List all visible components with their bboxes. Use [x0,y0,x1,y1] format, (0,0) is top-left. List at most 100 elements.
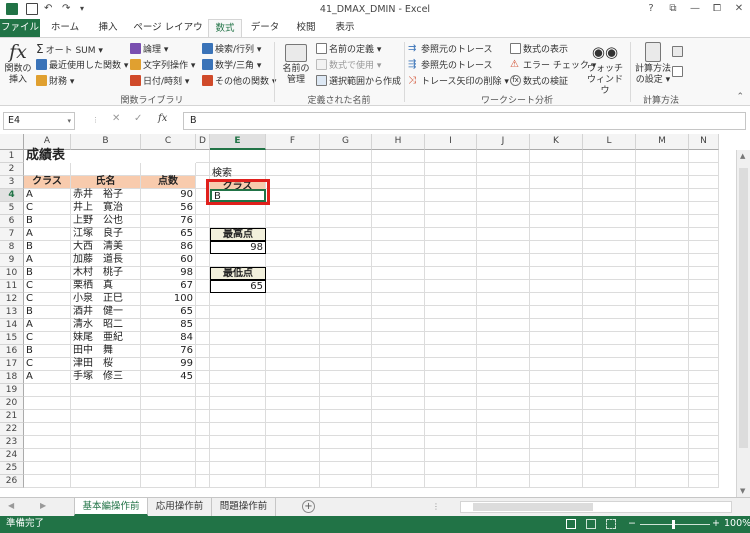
cell[interactable] [477,267,530,280]
formula-input[interactable]: B [183,112,746,130]
cell[interactable] [372,332,425,345]
cell[interactable] [210,202,266,215]
record-class[interactable]: B [24,215,71,228]
cell[interactable] [320,189,372,202]
trace-precedents-button[interactable]: ⇉ 参照元のトレース [408,42,493,55]
cell[interactable] [372,163,425,176]
cell[interactable] [583,228,636,241]
name-manager-button[interactable]: 名前の 管理 [280,42,312,90]
column-header[interactable]: G [320,134,372,150]
cell[interactable] [372,358,425,371]
cell[interactable] [372,215,425,228]
cell[interactable] [530,280,583,293]
record-class[interactable]: C [24,293,71,306]
cell[interactable] [636,475,689,488]
column-header[interactable]: B [71,134,141,150]
create-from-selection-button[interactable]: 選択範囲から作成 [316,74,401,87]
row-header[interactable]: 11 [0,280,24,293]
cell[interactable] [372,280,425,293]
cell[interactable] [320,280,372,293]
record-score[interactable]: 65 [141,306,196,319]
cell[interactable] [372,397,425,410]
record-class[interactable]: C [24,332,71,345]
cell[interactable] [266,462,320,475]
cell[interactable] [196,267,210,280]
cell[interactable] [636,423,689,436]
cancel-icon[interactable]: ✕ [112,113,120,124]
cell[interactable] [530,293,583,306]
column-header[interactable]: M [636,134,689,150]
cell[interactable] [372,189,425,202]
chevron-down-icon[interactable]: ▾ [67,113,71,129]
cell[interactable] [530,436,583,449]
cell[interactable] [196,306,210,319]
column-header[interactable]: C [141,134,196,150]
ribbon-display-button[interactable]: ⧉ [662,0,684,19]
column-header[interactable]: I [425,134,477,150]
cell[interactable] [210,423,266,436]
cell[interactable] [636,306,689,319]
tab-file[interactable]: ファイル [0,19,40,38]
cell[interactable] [425,189,477,202]
normal-view-icon[interactable] [566,519,576,529]
cell[interactable] [266,410,320,423]
cell[interactable] [372,371,425,384]
cell[interactable] [320,462,372,475]
cell[interactable] [583,202,636,215]
cell[interactable] [196,163,210,176]
name-box[interactable]: E4 ▾ [3,112,75,130]
cell[interactable] [372,241,425,254]
max-label[interactable]: 最高点 [210,228,266,241]
cell[interactable] [477,202,530,215]
cell[interactable] [583,163,636,176]
cell[interactable] [689,254,719,267]
cell[interactable] [71,410,141,423]
cell[interactable] [141,462,196,475]
record-score[interactable]: 56 [141,202,196,215]
vertical-scrollbar[interactable]: ▲ ▼ [736,150,750,497]
record-name[interactable]: 上野 公也 [71,215,141,228]
cell[interactable] [636,397,689,410]
cell[interactable] [477,241,530,254]
enter-icon[interactable]: ✓ [134,113,142,124]
cell[interactable] [266,163,320,176]
cell[interactable] [210,293,266,306]
zoom-slider[interactable] [640,520,710,529]
row-header[interactable]: 3 [0,176,24,189]
record-name[interactable]: 栗栖 真 [71,280,141,293]
select-all-corner[interactable] [0,134,24,150]
cell[interactable] [320,254,372,267]
cell[interactable] [530,228,583,241]
record-name[interactable]: 井上 寛治 [71,202,141,215]
cell[interactable] [477,332,530,345]
cell[interactable] [266,332,320,345]
record-name[interactable]: 田中 舞 [71,345,141,358]
trace-dependents-button[interactable]: ⇶ 参照先のトレース [408,58,493,71]
cell[interactable] [196,397,210,410]
row-header[interactable]: 12 [0,293,24,306]
cell[interactable] [689,384,719,397]
cell[interactable] [689,319,719,332]
cell[interactable] [530,449,583,462]
cell[interactable] [266,397,320,410]
record-name[interactable]: 津田 桜 [71,358,141,371]
cell[interactable] [196,462,210,475]
calc-options-button[interactable]: 計算方法 の設定 ▾ [634,42,672,90]
tab-formulas[interactable]: 数式 [208,19,242,38]
cell[interactable] [210,462,266,475]
insert-function-icon[interactable]: fx [158,113,167,124]
cell[interactable] [477,254,530,267]
record-score[interactable]: 65 [141,228,196,241]
cell[interactable] [196,176,210,189]
cell[interactable] [320,358,372,371]
cell[interactable] [320,202,372,215]
cell[interactable] [425,319,477,332]
row-header[interactable]: 6 [0,215,24,228]
cell[interactable] [210,306,266,319]
record-score[interactable]: 67 [141,280,196,293]
record-score[interactable]: 98 [141,267,196,280]
cell[interactable] [425,215,477,228]
cell[interactable] [530,306,583,319]
cell[interactable] [636,280,689,293]
column-header[interactable]: L [583,134,636,150]
